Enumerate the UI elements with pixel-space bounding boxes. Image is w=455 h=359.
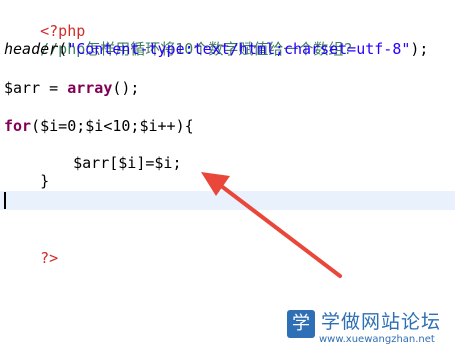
watermark-logo-icon: 学 xyxy=(287,310,315,338)
watermark-title: 学做网站论坛 xyxy=(321,311,442,333)
watermark-url: www.xuewangzhan.net xyxy=(319,334,435,345)
code-editor[interactable]: <?php //php怎样用循环将10个数字赋值给一个数组? header("C… xyxy=(0,0,455,359)
watermark: 学 学做网站论坛 www.xuewangzhan.net xyxy=(287,304,455,359)
